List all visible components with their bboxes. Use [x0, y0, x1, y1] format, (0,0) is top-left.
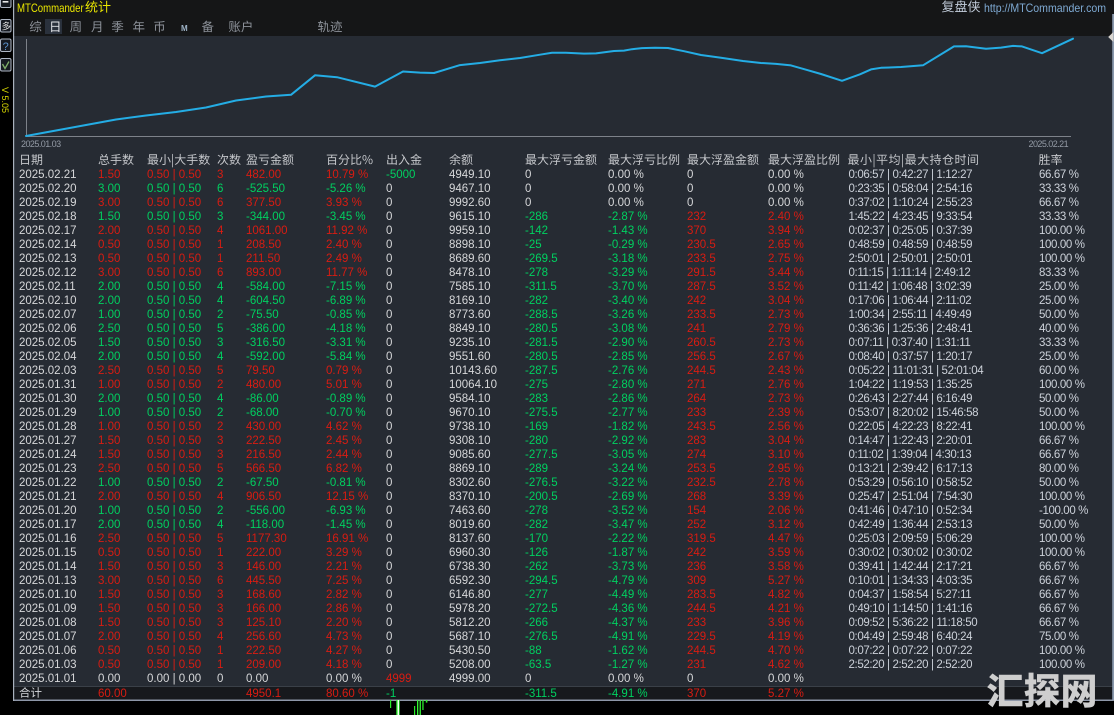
- svg-text:?: ?: [3, 41, 9, 53]
